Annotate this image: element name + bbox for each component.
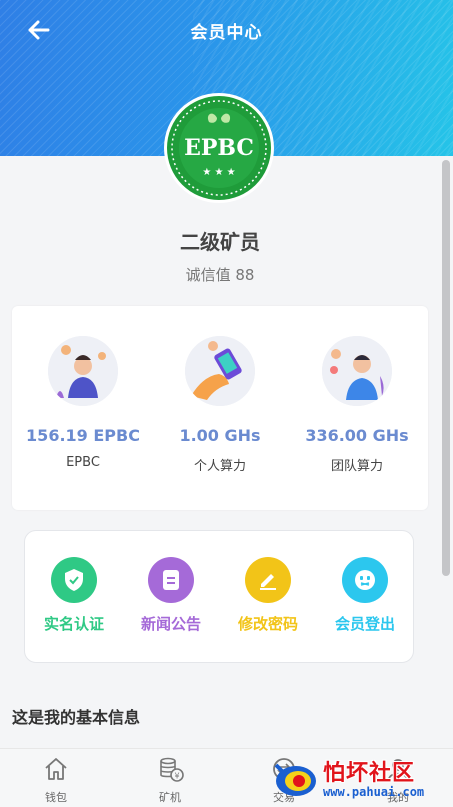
edit-icon [245, 557, 291, 603]
stat-personal-hashrate: 1.00 GHs 个人算力 [155, 336, 285, 474]
coin-stack-icon: ¥ [160, 757, 184, 782]
svg-text:★ ★ ★: ★ ★ ★ [202, 167, 235, 178]
document-icon [148, 557, 194, 603]
section-title: 这是我的基本信息 [12, 708, 141, 727]
tab-label: 钱包 [45, 791, 67, 804]
phone-hand-illustration [185, 336, 255, 406]
logout-face-icon [342, 557, 388, 603]
credit-score: 诚信值 88 [185, 266, 255, 284]
tab-wallet[interactable]: 钱包 [26, 755, 86, 805]
watermark-text: 怕坏社区 [323, 761, 416, 786]
stat-epbc: 156.19 EPBC EPBC [18, 336, 148, 470]
quick-menu: 实名认证 新闻公告 修改密码 会员登出 [24, 530, 414, 663]
stat-value: 336.00 GHs [305, 426, 409, 445]
shield-icon [51, 557, 97, 603]
scrollbar[interactable] [442, 160, 450, 576]
logo-text: EPBC [184, 135, 254, 161]
stat-label: 个人算力 [193, 459, 246, 474]
menu-logout[interactable]: 会员登出 [317, 557, 413, 634]
home-icon [45, 758, 67, 780]
site-watermark: 怕坏社区 www.pahuai.com [268, 753, 448, 807]
menu-news[interactable]: 新闻公告 [123, 557, 219, 634]
member-level: 二级矿员 [180, 230, 260, 254]
watermark-logo-icon [274, 763, 316, 796]
menu-label: 实名认证 [43, 615, 104, 633]
stat-value: 1.00 GHs [179, 426, 261, 445]
stats-card: 156.19 EPBC EPBC 1.00 GHs 个人算力 336.00 GH… [12, 306, 428, 510]
menu-change-password[interactable]: 修改密码 [220, 557, 316, 634]
tab-miner[interactable]: ¥ 矿机 [140, 755, 200, 805]
watermark-url: www.pahuai.com [323, 785, 425, 799]
page-title: 会员中心 [190, 23, 263, 43]
tab-label: 矿机 [159, 791, 181, 804]
stat-label: 团队算力 [330, 459, 383, 474]
menu-label: 修改密码 [237, 615, 298, 633]
menu-label: 会员登出 [334, 615, 395, 633]
stat-value: 156.19 EPBC [26, 426, 140, 445]
svg-text:¥: ¥ [174, 772, 179, 781]
team-user-illustration [322, 336, 392, 406]
menu-label: 新闻公告 [140, 615, 201, 633]
menu-real-name-verify[interactable]: 实名认证 [26, 557, 122, 634]
stat-team-hashrate: 336.00 GHs 团队算力 [292, 336, 422, 474]
epbc-logo: EPBC ★ ★ ★ [163, 92, 275, 204]
coin-user-illustration [48, 336, 118, 406]
stat-label: EPBC [66, 455, 100, 470]
